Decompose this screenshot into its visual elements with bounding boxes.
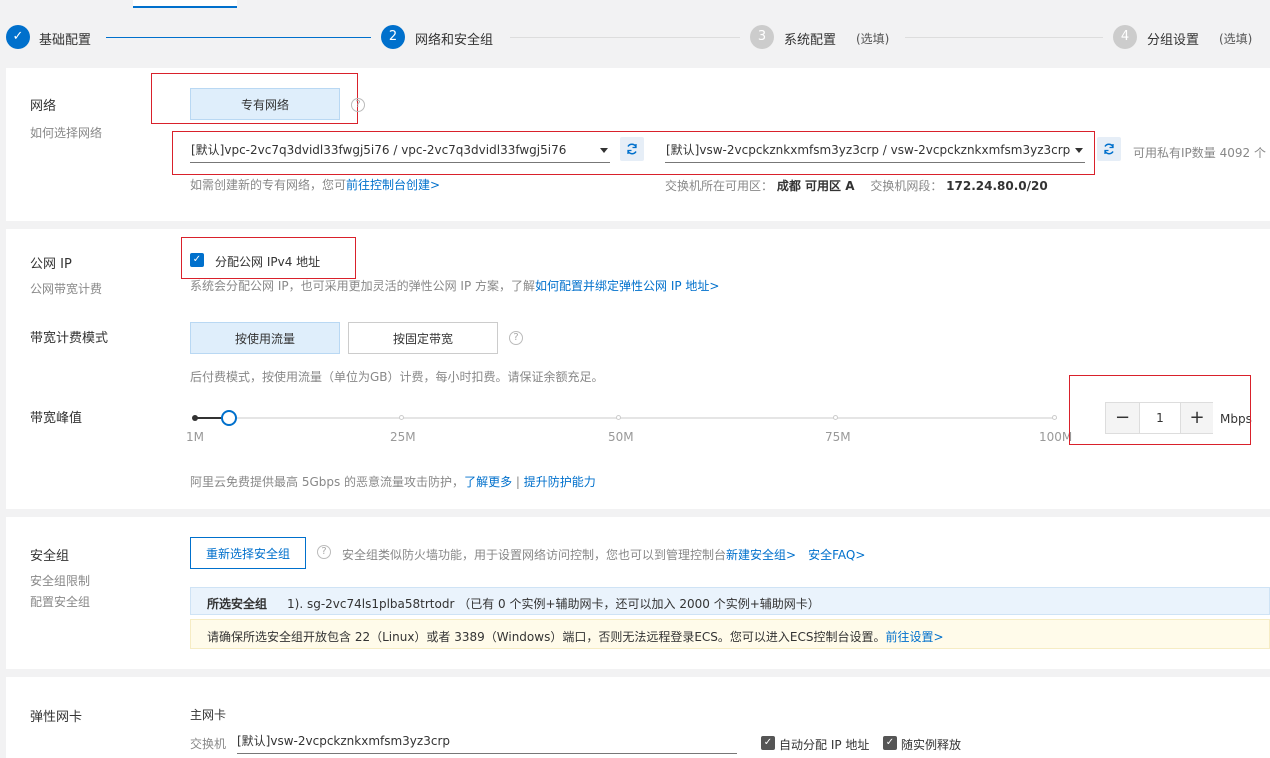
refresh-icon[interactable] <box>1097 137 1121 161</box>
security-group-title: 安全组 <box>30 549 70 564</box>
billing-fixed-button[interactable]: 按固定带宽 <box>348 322 498 354</box>
reselect-security-group-button[interactable]: 重新选择安全组 <box>190 537 306 569</box>
security-group-subtitle: 安全组限制 <box>30 574 91 588</box>
selected-value: 1). sg-2vc74ls1plba58trtodr （已有 0 个实例+辅助… <box>287 597 820 611</box>
step-4-number: 4 <box>1113 25 1137 49</box>
step-3-label[interactable]: 系统配置 <box>784 29 836 48</box>
auto-ip-label: 自动分配 IP 地址 <box>779 738 870 752</box>
slider-tick <box>833 415 838 420</box>
slider-tick-label: 75M <box>825 430 851 444</box>
create-vpc-hint: 如需创建新的专有网络，您可前往控制台创建> <box>190 176 440 193</box>
public-ip-hint-text: 系统会分配公网 IP，也可采用更加灵活的弹性公网 IP 方案，了解 <box>190 279 535 293</box>
port-warning-text: 请确保所选安全组开放包含 22（Linux）或者 3389（Windows）端口… <box>207 630 886 644</box>
security-group-hint-text: 安全组类似防火墙功能，用于设置网络访问控制，您也可以到管理控制台 <box>342 548 727 562</box>
slider-tick <box>399 415 404 420</box>
zone-label: 交换机所在可用区： <box>665 179 774 193</box>
public-ip-title: 公网 IP <box>30 257 72 272</box>
billing-traffic-button[interactable]: 按使用流量 <box>190 322 340 354</box>
eni-switch-value: [默认]vsw-2vcpckznkxmfsm3yz3crp <box>237 734 450 748</box>
slider-tick-label: 100M <box>1039 430 1073 444</box>
upgrade-protection-link[interactable]: 提升防护能力 <box>524 475 596 489</box>
step-2-label[interactable]: 网络和安全组 <box>415 29 493 48</box>
new-security-group-link[interactable]: 新建安全组> <box>726 548 796 562</box>
highlight-box <box>1069 375 1251 445</box>
public-ip-subtitle: 公网带宽计费 <box>30 282 103 296</box>
checkbox-auto-ip[interactable]: ✓ <box>761 736 775 750</box>
create-vpc-hint-text: 如需创建新的专有网络，您可 <box>190 178 347 192</box>
slider-handle[interactable] <box>221 410 237 426</box>
selected-security-group-bar: 所选安全组 1). sg-2vc74ls1plba58trtodr （已有 0 … <box>190 587 1270 615</box>
eni-switch-select[interactable]: [默认]vsw-2vcpckznkxmfsm3yz3crp <box>237 728 737 754</box>
zone-info: 交换机所在可用区： 成都 可用区 A 交换机网段： 172.24.80.0/20 <box>665 177 1048 194</box>
eni-title: 弹性网卡 <box>30 710 83 725</box>
slider-tick-label: 25M <box>390 430 416 444</box>
network-title: 网络 <box>30 99 57 114</box>
wizard-steps: ✓ 基础配置 2 网络和安全组 3 系统配置 (选填) 4 分组设置 (选填) <box>0 8 1270 66</box>
ip-count: 可用私有IP数量 4092 个 <box>1133 146 1266 160</box>
step-connector <box>905 37 1103 38</box>
help-icon[interactable]: ? <box>509 331 523 345</box>
link-separator: | <box>512 475 524 489</box>
network-subtitle: 如何选择网络 <box>30 126 103 140</box>
slider-track[interactable] <box>195 417 1057 419</box>
go-settings-link[interactable]: 前往设置> <box>886 630 944 644</box>
slider-tick-label: 1M <box>186 430 204 444</box>
cidr-label: 交换机网段： <box>870 179 943 193</box>
slider-tick <box>616 415 621 420</box>
highlight-box <box>181 237 356 279</box>
help-icon[interactable]: ? <box>351 98 365 112</box>
step-4-optional: (选填) <box>1219 32 1253 46</box>
billing-title: 带宽计费模式 <box>30 331 109 346</box>
eip-link[interactable]: 如何配置并绑定弹性公网 IP 地址> <box>535 279 719 293</box>
step-connector <box>106 37 371 38</box>
create-vpc-link[interactable]: 前往控制台创建> <box>346 178 440 192</box>
port-warning-bar: 请确保所选安全组开放包含 22（Linux）或者 3389（Windows）端口… <box>190 619 1270 649</box>
billing-hint: 后付费模式，按使用流量（单位为GB）计费，每小时扣费。请保证余额充足。 <box>190 370 604 384</box>
step-3-number: 3 <box>750 25 774 49</box>
learn-more-link[interactable]: 了解更多 <box>464 475 512 489</box>
slider-tick <box>1052 415 1057 420</box>
slider-start-dot <box>192 415 198 421</box>
slider-tick-label: 50M <box>608 430 634 444</box>
zone-value: 成都 可用区 A <box>776 179 855 193</box>
checkbox-release-with-instance[interactable]: ✓ <box>883 736 897 750</box>
ddos-hint-text: 阿里云免费提供最高 5Gbps 的恶意流量攻击防护， <box>190 475 465 489</box>
highlight-box <box>172 131 1095 175</box>
step-connector <box>510 37 740 38</box>
help-icon[interactable]: ? <box>317 545 331 559</box>
primary-nic-label: 主网卡 <box>190 708 227 722</box>
step-1-label[interactable]: 基础配置 <box>39 29 91 48</box>
security-group-hint: 安全组类似防火墙功能，用于设置网络访问控制，您也可以到管理控制台新建安全组> 安全… <box>342 546 865 563</box>
switch-label: 交换机 <box>190 737 227 751</box>
selected-label: 所选安全组 <box>207 597 268 611</box>
step-4-label[interactable]: 分组设置 <box>1147 29 1199 48</box>
public-ip-hint: 系统会分配公网 IP，也可采用更加灵活的弹性公网 IP 方案，了解如何配置并绑定… <box>190 277 719 294</box>
port-warning: 请确保所选安全组开放包含 22（Linux）或者 3389（Windows）端口… <box>207 628 944 645</box>
highlight-box <box>151 73 358 124</box>
cidr-value: 172.24.80.0/20 <box>946 179 1048 193</box>
active-tab-indicator <box>133 0 237 8</box>
ddos-hint: 阿里云免费提供最高 5Gbps 的恶意流量攻击防护，了解更多 | 提升防护能力 <box>190 473 596 490</box>
step-1-check-icon: ✓ <box>6 25 30 49</box>
security-group-config: 配置安全组 <box>30 595 91 609</box>
step-3-optional: (选填) <box>856 32 890 46</box>
release-label: 随实例释放 <box>901 738 962 752</box>
step-2-number: 2 <box>381 25 405 49</box>
peak-title: 带宽峰值 <box>30 411 83 426</box>
security-faq-link[interactable]: 安全FAQ> <box>808 548 865 562</box>
